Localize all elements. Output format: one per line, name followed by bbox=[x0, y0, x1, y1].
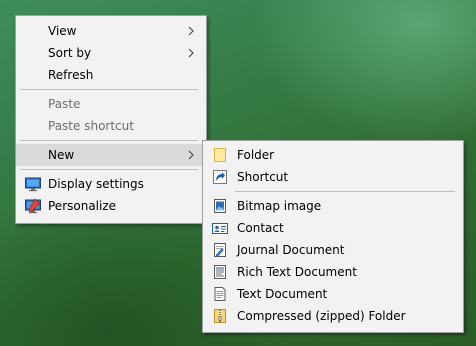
menu-item-label: View bbox=[48, 24, 77, 38]
rich-text-icon bbox=[214, 265, 226, 279]
menu-item-label: Paste shortcut bbox=[48, 119, 134, 133]
journal-icon bbox=[214, 243, 226, 257]
submenu-item-label: Bitmap image bbox=[237, 199, 322, 213]
contact-card-icon bbox=[212, 223, 228, 234]
shortcut-icon bbox=[213, 170, 227, 184]
new-submenu: Folder Shortcut Bitmap image Contact Jou… bbox=[202, 140, 464, 333]
submenu-item-shortcut[interactable]: Shortcut bbox=[203, 166, 463, 188]
menu-item-paste-shortcut: Paste shortcut bbox=[16, 115, 206, 137]
menu-separator bbox=[20, 89, 198, 90]
submenu-item-label: Compressed (zipped) Folder bbox=[237, 309, 406, 323]
menu-item-label: Display settings bbox=[48, 177, 144, 191]
menu-item-label: Paste bbox=[48, 97, 81, 111]
menu-item-refresh[interactable]: Refresh bbox=[16, 64, 206, 86]
menu-separator bbox=[20, 140, 198, 141]
menu-item-paste: Paste bbox=[16, 93, 206, 115]
submenu-item-label: Journal Document bbox=[237, 243, 345, 257]
display-icon bbox=[25, 177, 41, 192]
bitmap-icon bbox=[214, 199, 226, 213]
submenu-item-journal-document[interactable]: Journal Document bbox=[203, 239, 463, 261]
submenu-item-label: Text Document bbox=[237, 287, 328, 301]
menu-item-personalize[interactable]: Personalize bbox=[16, 195, 206, 217]
folder-icon bbox=[214, 148, 226, 162]
submenu-item-text-document[interactable]: Text Document bbox=[203, 283, 463, 305]
desktop-context-menu: View Sort by Refresh Paste Paste shortcu… bbox=[15, 15, 207, 224]
chevron-right-icon bbox=[188, 48, 194, 58]
submenu-item-compressed-folder[interactable]: Compressed (zipped) Folder bbox=[203, 305, 463, 327]
submenu-item-folder[interactable]: Folder bbox=[203, 144, 463, 166]
menu-item-display-settings[interactable]: Display settings bbox=[16, 173, 206, 195]
menu-item-sort-by[interactable]: Sort by bbox=[16, 42, 206, 64]
submenu-item-rich-text-document[interactable]: Rich Text Document bbox=[203, 261, 463, 283]
menu-item-new[interactable]: New bbox=[16, 144, 206, 166]
submenu-item-bitmap-image[interactable]: Bitmap image bbox=[203, 195, 463, 217]
zip-folder-icon bbox=[214, 309, 226, 323]
personalize-icon bbox=[25, 198, 41, 214]
submenu-item-contact[interactable]: Contact bbox=[203, 217, 463, 239]
menu-item-label: Personalize bbox=[48, 199, 117, 213]
chevron-right-icon bbox=[188, 150, 194, 160]
submenu-item-label: Rich Text Document bbox=[237, 265, 357, 279]
menu-separator bbox=[235, 191, 455, 192]
menu-item-label: New bbox=[48, 148, 75, 162]
menu-item-view[interactable]: View bbox=[16, 20, 206, 42]
submenu-item-label: Shortcut bbox=[237, 170, 289, 184]
submenu-item-label: Folder bbox=[237, 148, 275, 162]
menu-separator bbox=[20, 169, 198, 170]
menu-item-label: Refresh bbox=[48, 68, 94, 82]
menu-item-label: Sort by bbox=[48, 46, 92, 60]
submenu-item-label: Contact bbox=[237, 221, 284, 235]
text-document-icon bbox=[214, 287, 226, 301]
chevron-right-icon bbox=[188, 26, 194, 36]
